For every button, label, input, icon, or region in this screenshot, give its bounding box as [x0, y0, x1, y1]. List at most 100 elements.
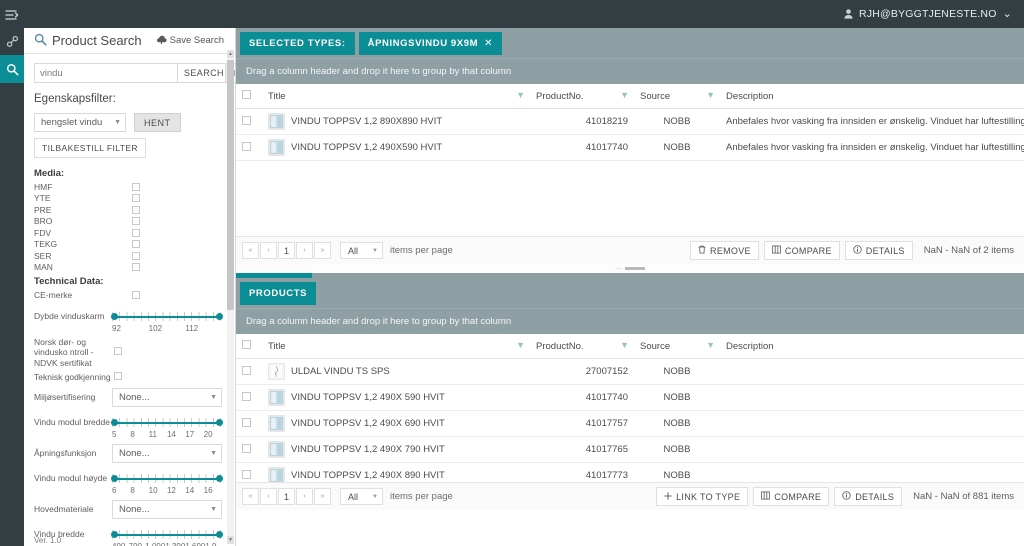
remove-button[interactable]: REMOVE — [690, 241, 759, 260]
ndvk-row[interactable]: Norsk dør- og vindusko ntroll - NDVK ser… — [34, 337, 222, 369]
apningsfunksjon-select[interactable]: None... ▼ — [112, 443, 222, 463]
list-item[interactable]: SER — [34, 250, 222, 262]
slider-handle-min[interactable] — [111, 418, 118, 426]
compare-button[interactable]: COMPARE — [753, 487, 830, 506]
table-row[interactable]: VINDU TOPPSV 1,2 490X 790 HVIT 41017765 … — [236, 436, 1024, 463]
search-input[interactable] — [34, 63, 177, 83]
table-row[interactable]: VINDU TOPPSV 1,2 490X 690 HVIT 41017757 … — [236, 410, 1024, 437]
slider-handle-max[interactable] — [216, 474, 223, 482]
selected-type-chip[interactable]: ÅPNINGSVINDU 9X9M ✕ — [358, 31, 503, 55]
compare-button[interactable]: COMPARE — [763, 241, 840, 260]
teknisk-godkjenning-checkbox[interactable] — [114, 372, 122, 380]
list-item[interactable]: MAN — [34, 262, 222, 274]
row-checkbox[interactable] — [242, 469, 251, 479]
media-checkbox[interactable] — [132, 217, 140, 226]
pager-prev-button[interactable]: ‹ — [260, 242, 277, 259]
table-row[interactable]: VINDU TOPPSV 1,2 890X890 HVIT 41018219 N… — [236, 108, 1024, 135]
table-row[interactable]: VINDU TOPPSV 1,2 490X 890 HVIT 41017773 … — [236, 462, 1024, 482]
pager-next-button[interactable]: › — [296, 488, 313, 505]
filter-icon[interactable]: ▼ — [706, 340, 715, 350]
slider-handle-min[interactable] — [111, 530, 118, 538]
group-by-dropzone[interactable]: Drag a column header and drop it here to… — [236, 58, 1024, 84]
filter-icon[interactable]: ▼ — [516, 340, 525, 350]
products-group-by-dropzone[interactable]: Drag a column header and drop it here to… — [236, 308, 1024, 334]
media-checkbox[interactable] — [132, 182, 140, 191]
table-row[interactable]: VINDU TOPPSV 1,2 490X 590 HVIT 41017740 … — [236, 384, 1024, 411]
media-checkbox[interactable] — [132, 228, 140, 237]
column-header-source[interactable]: Source ▼ — [634, 334, 720, 359]
list-item[interactable]: BRO — [34, 216, 222, 228]
column-header-productno[interactable]: ProductNo. ▼ — [530, 84, 634, 109]
scroll-down-icon[interactable]: ▼ — [227, 536, 234, 544]
list-item[interactable]: YTE — [34, 193, 222, 205]
filter-icon[interactable]: ▼ — [516, 90, 525, 100]
pager-prev-button[interactable]: ‹ — [260, 488, 277, 505]
row-checkbox[interactable] — [242, 417, 251, 427]
filter-icon[interactable]: ▼ — [620, 340, 629, 350]
splitter-handle[interactable]: ⋯ — [236, 264, 1024, 273]
left-panel-scrollbar-thumb[interactable] — [227, 60, 234, 310]
media-checkbox[interactable] — [132, 251, 140, 260]
pager-next-button[interactable]: › — [296, 242, 313, 259]
pager-last-button[interactable]: » — [314, 242, 331, 259]
column-header-description[interactable]: Description — [720, 334, 1024, 359]
column-header-productno[interactable]: ProductNo. ▼ — [530, 334, 634, 359]
sidebar-item-search[interactable] — [0, 55, 24, 83]
row-checkbox[interactable] — [242, 365, 251, 375]
ce-merke-row[interactable]: CE-merke — [34, 289, 222, 301]
select-all-checkbox[interactable] — [242, 340, 251, 349]
link-to-type-button[interactable]: LINK TO TYPE — [656, 487, 749, 506]
slider-track-area[interactable] — [111, 473, 223, 485]
details-button[interactable]: DETAILS — [834, 487, 903, 506]
miljosertifisering-select[interactable]: None... ▼ — [112, 387, 222, 407]
row-checkbox[interactable] — [242, 141, 251, 151]
pager-first-button[interactable]: « — [242, 488, 259, 505]
pager-page-1[interactable]: 1 — [278, 242, 295, 259]
row-checkbox[interactable] — [242, 391, 251, 401]
details-button[interactable]: DETAILS — [844, 241, 913, 260]
reset-filter-button[interactable]: TILBAKESTILL FILTER — [34, 138, 146, 158]
pager-page-1[interactable]: 1 — [278, 488, 295, 505]
slider-handle-max[interactable] — [216, 530, 223, 538]
slider-handle-max[interactable] — [216, 312, 223, 320]
filter-type-select[interactable]: hengslet vindu ▼ — [34, 113, 126, 132]
list-item[interactable]: HMF — [34, 181, 222, 193]
filter-icon[interactable]: ▼ — [620, 90, 629, 100]
row-checkbox[interactable] — [242, 115, 251, 125]
select-all-checkbox[interactable] — [242, 90, 251, 99]
column-header-title[interactable]: Title ▼ — [262, 84, 530, 109]
list-item[interactable]: TEKG — [34, 239, 222, 251]
slider-track-area[interactable] — [111, 417, 223, 429]
items-per-page-select[interactable]: All ▼ — [340, 242, 383, 259]
menu-toggle-icon[interactable] — [0, 3, 24, 27]
hovedmateriale-select[interactable]: None... ▼ — [112, 499, 222, 519]
panel-splitter[interactable]: ⋯ — [236, 264, 1024, 278]
close-icon[interactable]: ✕ — [484, 38, 493, 49]
teknisk-godkjenning-row[interactable]: Teknisk godkjenning — [34, 372, 222, 383]
column-header-source[interactable]: Source ▼ — [634, 84, 720, 109]
column-header-description[interactable]: Description — [720, 84, 1024, 109]
sidebar-item-links[interactable] — [0, 27, 24, 55]
slider-handle-min[interactable] — [111, 474, 118, 482]
items-per-page-select[interactable]: All ▼ — [340, 488, 383, 505]
pager-first-button[interactable]: « — [242, 242, 259, 259]
list-item[interactable]: FDV — [34, 227, 222, 239]
media-checkbox[interactable] — [132, 205, 140, 214]
row-checkbox[interactable] — [242, 443, 251, 453]
media-checkbox[interactable] — [132, 194, 140, 203]
fetch-button[interactable]: HENT — [134, 113, 181, 132]
list-item[interactable]: PRE — [34, 204, 222, 216]
media-checkbox[interactable] — [132, 263, 140, 272]
products-pill[interactable]: PRODUCTS — [240, 281, 317, 305]
slider-handle-min[interactable] — [111, 312, 118, 320]
user-menu[interactable]: RJH@BYGGTJENESTE.NO ⌄ — [844, 8, 1024, 20]
selected-types-pill[interactable]: SELECTED TYPES: — [240, 31, 355, 55]
column-header-title[interactable]: Title ▼ — [262, 334, 530, 359]
scroll-up-icon[interactable]: ▲ — [227, 50, 234, 58]
table-row[interactable]: VINDU TOPPSV 1,2 490X590 HVIT 41017740 N… — [236, 134, 1024, 161]
ce-merke-checkbox[interactable] — [132, 290, 140, 299]
slider-track-area[interactable] — [111, 529, 223, 541]
pager-last-button[interactable]: » — [314, 488, 331, 505]
ndvk-checkbox[interactable] — [114, 346, 122, 355]
media-checkbox[interactable] — [132, 240, 140, 249]
